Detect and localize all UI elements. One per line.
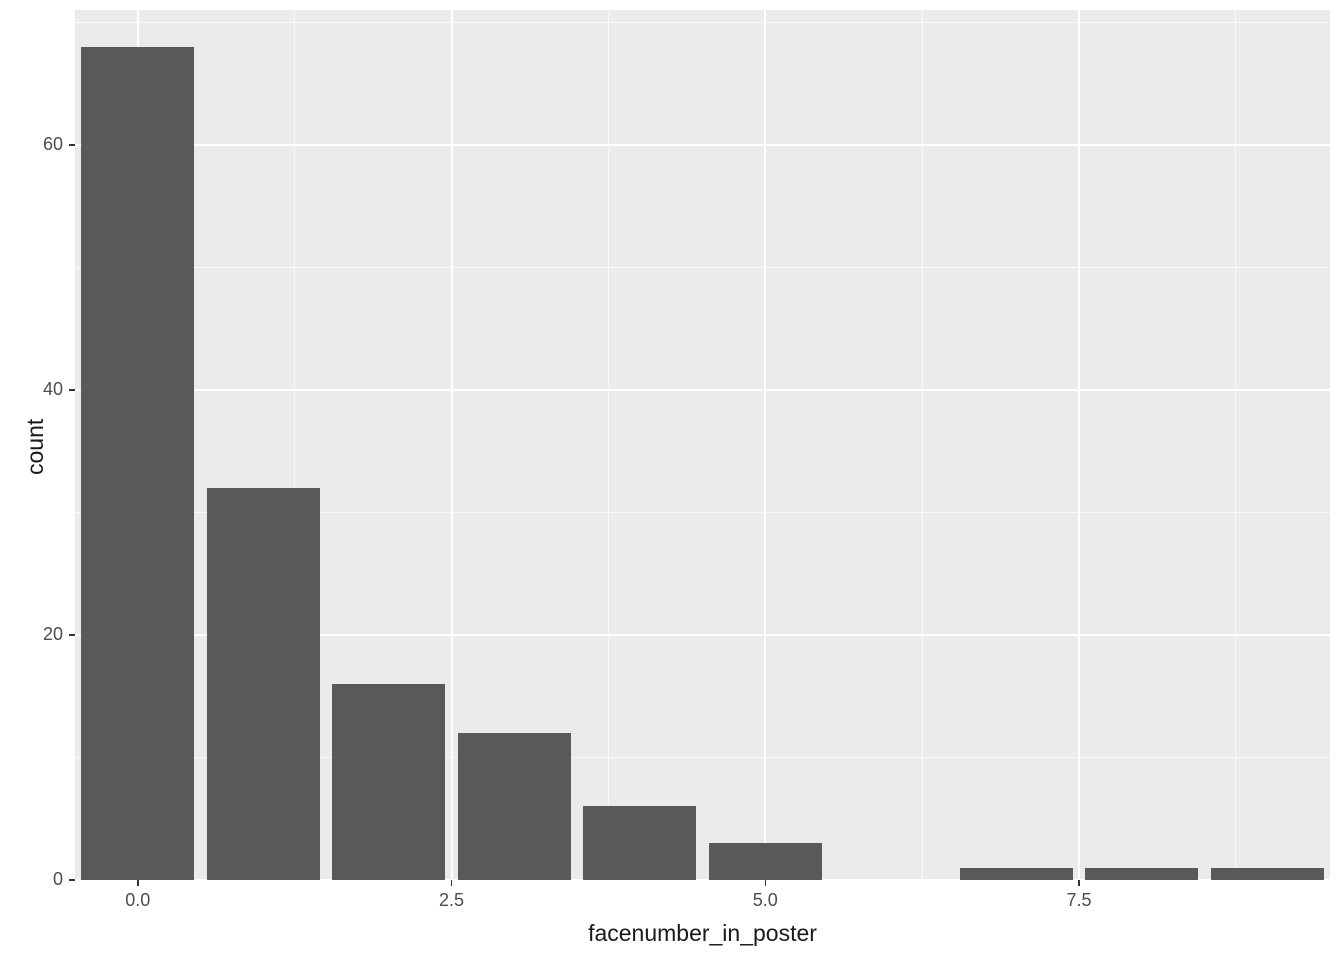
- bar: [1085, 868, 1198, 880]
- gridline-v-minor: [608, 10, 609, 880]
- y-tick-label: 40: [13, 379, 63, 400]
- tick-mark: [69, 634, 75, 636]
- gridline-v-minor: [1235, 10, 1236, 880]
- bar: [207, 488, 320, 880]
- bar: [709, 843, 822, 880]
- y-tick-label: 20: [13, 624, 63, 645]
- bar: [1211, 868, 1324, 880]
- gridline-v: [764, 10, 766, 880]
- tick-mark: [69, 879, 75, 881]
- x-tick-label: 7.5: [1066, 890, 1091, 911]
- gridline-v-minor: [922, 10, 923, 880]
- y-axis-title: count: [22, 419, 49, 475]
- tick-mark: [451, 880, 453, 886]
- bar: [583, 806, 696, 880]
- gridline-v: [451, 10, 453, 880]
- tick-mark: [137, 880, 139, 886]
- x-tick-label: 5.0: [753, 890, 778, 911]
- gridline-h: [75, 389, 1330, 391]
- bar: [458, 733, 571, 880]
- chart-container: 0 20 40 60 0.0 2.5 5.0 7.5 count facenumber_in…: [0, 0, 1344, 960]
- gridline-h: [75, 144, 1330, 146]
- tick-mark: [765, 880, 767, 886]
- x-tick-label: 0.0: [125, 890, 150, 911]
- tick-mark: [1078, 880, 1080, 886]
- x-tick-label: 2.5: [439, 890, 464, 911]
- y-tick-label: 60: [13, 134, 63, 155]
- bar: [81, 47, 194, 880]
- plot-panel: [75, 10, 1330, 880]
- tick-mark: [69, 144, 75, 146]
- tick-mark: [69, 389, 75, 391]
- bar: [960, 868, 1073, 880]
- gridline-h-minor: [75, 22, 1330, 23]
- y-tick-label: 0: [13, 869, 63, 890]
- gridline-v: [1078, 10, 1080, 880]
- x-axis-title: facenumber_in_poster: [75, 920, 1330, 947]
- gridline-h-minor: [75, 267, 1330, 268]
- bar: [332, 684, 445, 880]
